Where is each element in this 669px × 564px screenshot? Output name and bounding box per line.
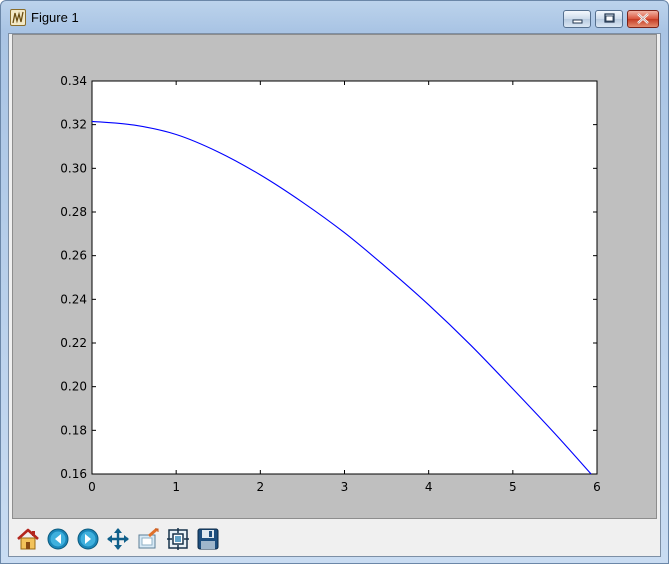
window-title: Figure 1 — [31, 10, 79, 25]
figure-canvas[interactable]: 0 1 2 3 4 5 6 0.16 0.18 0.20 0.22 0.24 0.26 0.28 0.30 0… — [12, 34, 657, 519]
figure-window: Figure 1 0 1 2 3 4 5 6 0.16 0.18 0.20 0.22 0.24 0 — [0, 0, 669, 564]
minimize-icon — [572, 19, 583, 24]
maximize-button[interactable] — [595, 10, 623, 28]
x-tick-label: 1 — [172, 480, 180, 494]
y-tick-label: 0.22 — [60, 336, 87, 350]
pan-button[interactable] — [104, 525, 132, 553]
x-tick-label: 3 — [341, 480, 349, 494]
window-client-area: 0 1 2 3 4 5 6 0.16 0.18 0.20 0.22 0.24 0.26 0.28 0.30 0… — [8, 33, 661, 557]
x-tick-label: 2 — [257, 480, 265, 494]
x-tick-label: 4 — [425, 480, 433, 494]
matplotlib-figure-icon — [10, 9, 26, 26]
y-tick-label: 0.32 — [60, 118, 87, 132]
y-tick-label: 0.24 — [60, 292, 87, 306]
minimize-button[interactable] — [563, 10, 591, 28]
close-icon — [637, 13, 649, 24]
zoom-button[interactable] — [134, 525, 162, 553]
zoom-rect-icon — [138, 527, 159, 549]
forward-button[interactable] — [74, 525, 102, 553]
forward-arrow-icon — [77, 528, 99, 550]
y-tick-label: 0.16 — [60, 467, 87, 481]
plot-area — [91, 80, 598, 475]
home-icon — [17, 528, 39, 550]
back-button[interactable] — [44, 525, 72, 553]
y-tick-label: 0.26 — [60, 249, 87, 263]
title-bar[interactable]: Figure 1 — [1, 1, 668, 34]
navigation-toolbar — [12, 523, 657, 555]
close-button[interactable] — [627, 10, 659, 28]
x-tick-label: 6 — [593, 480, 601, 494]
x-tick-label: 0 — [88, 480, 96, 494]
y-tick-label: 0.18 — [60, 423, 87, 437]
save-button[interactable] — [194, 525, 222, 553]
subplots-icon — [167, 528, 189, 550]
restore-icon — [604, 13, 615, 23]
back-arrow-icon — [47, 528, 69, 550]
save-icon — [197, 528, 219, 550]
line-chart: 0 1 2 3 4 5 6 0.16 0.18 0.20 0.22 0.24 0.26 0.28 0.30 0… — [60, 74, 601, 494]
pan-icon — [107, 528, 129, 550]
x-tick-label: 5 — [509, 480, 517, 494]
y-tick-label: 0.28 — [60, 205, 87, 219]
y-tick-label: 0.34 — [60, 74, 87, 88]
y-tick-label: 0.30 — [60, 161, 87, 175]
home-button[interactable] — [14, 525, 42, 553]
subplots-button[interactable] — [164, 525, 192, 553]
y-tick-label: 0.20 — [60, 380, 87, 394]
